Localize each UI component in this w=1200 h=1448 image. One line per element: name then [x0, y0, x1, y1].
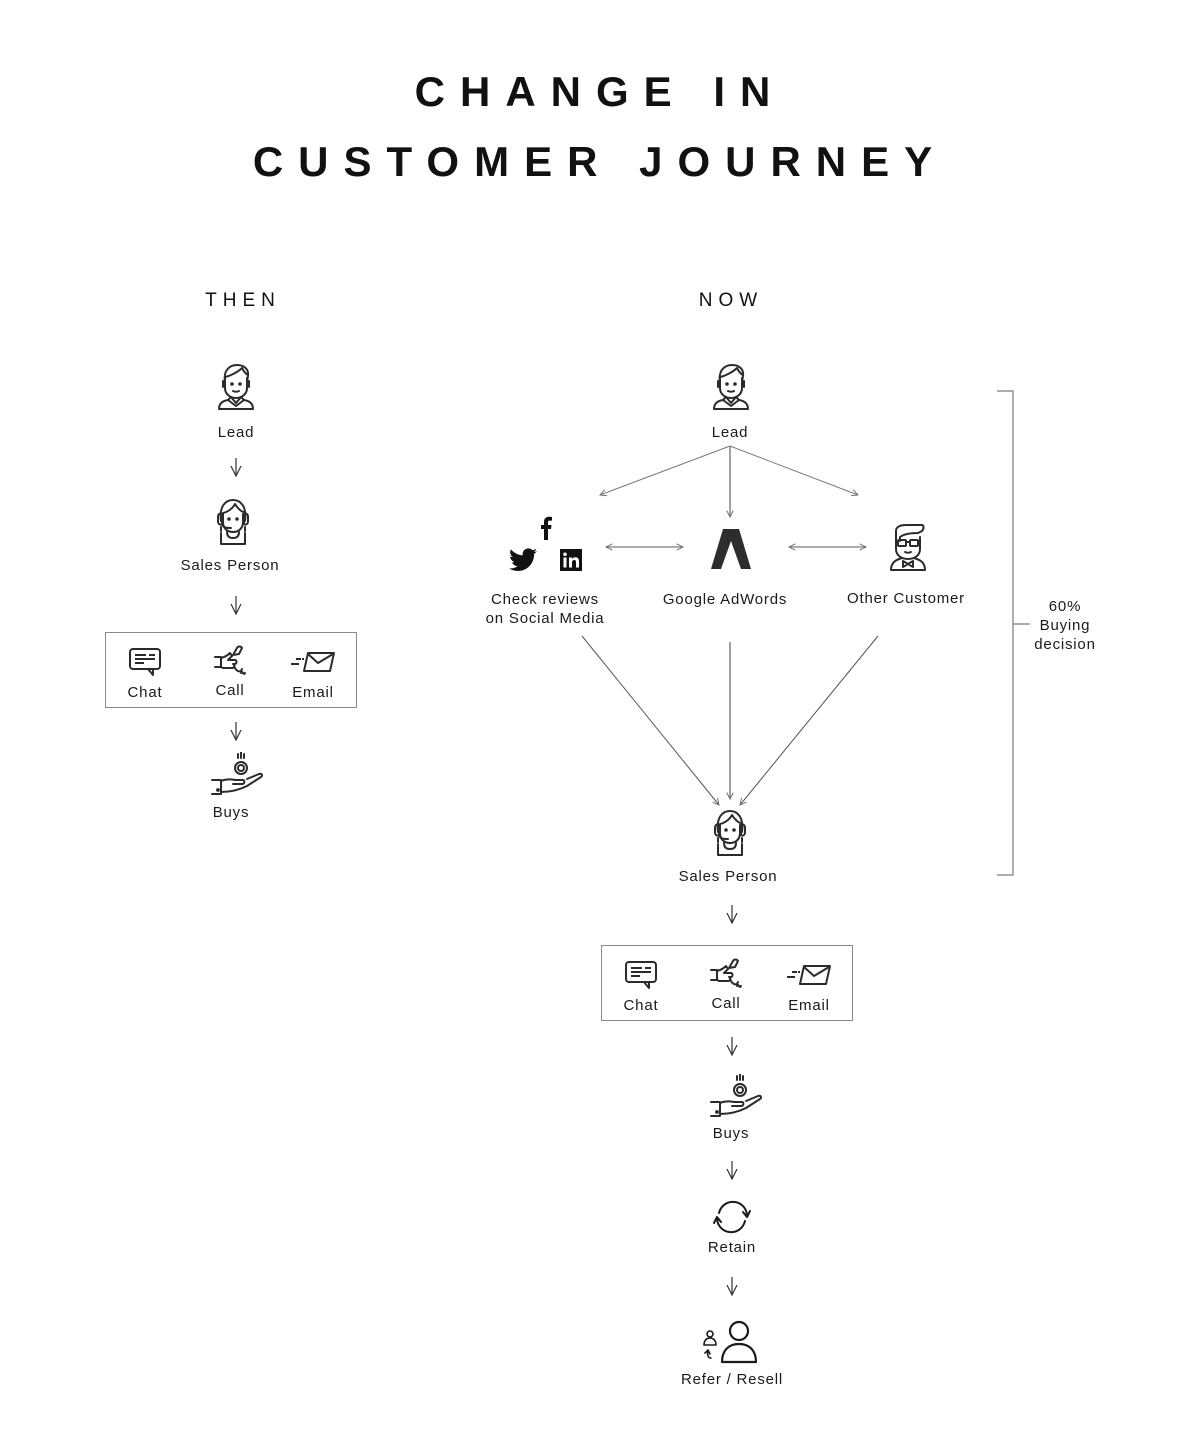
buying-decision-percent: 60%	[1048, 598, 1082, 615]
arrow-lead-to-social	[600, 445, 731, 495]
then-chat-item[interactable]: Chat	[105, 647, 185, 701]
refer-people-icon	[701, 1320, 761, 1364]
buying-decision-label: 60% Buying decision	[1020, 597, 1110, 654]
now-email-label: Email	[788, 997, 830, 1014]
buying-decision-line-3: decision	[1034, 636, 1096, 653]
linkedin-icon	[560, 549, 582, 571]
then-lead-label: Lead	[217, 424, 255, 441]
then-call-label: Call	[215, 682, 245, 699]
now-chat-label: Chat	[623, 997, 659, 1014]
phone-hand-icon	[709, 958, 743, 990]
connector-lines	[0, 390, 1030, 1448]
other-customer-icon	[888, 523, 928, 573]
facebook-icon	[541, 516, 552, 540]
retain-label: Retain	[707, 1239, 757, 1256]
chat-bubble-icon	[128, 647, 162, 677]
social-label-line-2: on Social Media	[485, 610, 605, 627]
then-email-label: Email	[292, 684, 334, 701]
then-sales-person-label: Sales Person	[180, 557, 280, 574]
now-buys-label: Buys	[712, 1125, 750, 1142]
now-sales-person-label: Sales Person	[678, 868, 778, 885]
now-lead-icon	[711, 362, 751, 412]
then-call-item[interactable]: Call	[190, 645, 270, 699]
now-heading: NOW	[698, 290, 764, 311]
then-email-item[interactable]: Email	[273, 651, 353, 701]
buying-decision-line-2: Buying	[1039, 617, 1091, 634]
then-lead-icon	[216, 362, 256, 412]
refer-label: Refer / Resell	[680, 1371, 784, 1388]
retain-cycle-icon	[712, 1199, 752, 1235]
adwords-label: Google AdWords	[662, 591, 788, 608]
now-chat-item[interactable]: Chat	[601, 960, 681, 1014]
google-adwords-icon	[711, 529, 751, 569]
now-email-item[interactable]: Email	[769, 964, 849, 1014]
now-lead-label: Lead	[711, 424, 749, 441]
social-label-line-1: Check reviews	[491, 591, 599, 608]
then-buys-label: Buys	[212, 804, 250, 821]
now-buys-icon	[710, 1074, 764, 1120]
arrow-other-customer-to-sales	[740, 635, 879, 805]
then-sales-person-icon	[213, 497, 253, 547]
title-line-2: CUSTOMER JOURNEY	[252, 138, 948, 185]
now-contact-channels-box: Chat Call Email	[601, 945, 853, 1021]
title-line-1: CHANGE IN	[414, 68, 786, 115]
arrow-lead-to-other-customer	[729, 445, 858, 495]
now-call-label: Call	[711, 995, 741, 1012]
arrow-social-to-sales	[581, 635, 719, 805]
phone-hand-icon	[213, 645, 247, 677]
then-contact-channels-box: Chat Call Email	[105, 632, 357, 708]
then-chat-label: Chat	[127, 684, 163, 701]
then-buys-icon	[211, 752, 265, 798]
now-sales-person-icon	[710, 808, 750, 858]
now-call-item[interactable]: Call	[686, 958, 766, 1012]
social-media-icons	[505, 512, 595, 574]
then-heading: THEN	[205, 290, 281, 311]
chat-bubble-icon	[624, 960, 658, 990]
email-envelope-icon	[290, 651, 336, 673]
twitter-icon	[509, 548, 537, 571]
email-envelope-icon	[786, 964, 832, 986]
other-customer-label: Other Customer	[847, 590, 965, 607]
